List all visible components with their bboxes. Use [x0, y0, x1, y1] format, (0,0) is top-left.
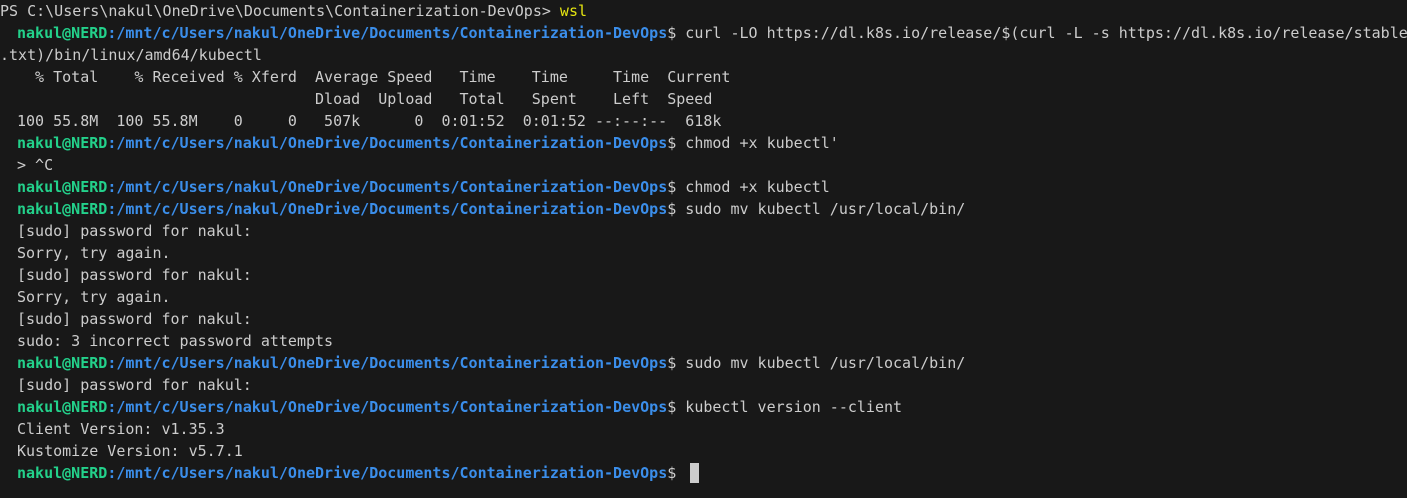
command-text: chmod +x kubectl — [685, 178, 830, 196]
prompt-path: :/mnt/c/Users/nakul/OneDrive/Documents/C… — [107, 134, 668, 152]
output-line: % Total % Received % Xferd Average Speed… — [17, 66, 1407, 88]
output-line: [sudo] password for nakul: — [17, 220, 1407, 242]
curl-progress: 100 55.8M 100 55.8M 0 0 507k 0 0:01:52 0… — [17, 112, 722, 130]
command-text: curl -LO https://dl.k8s.io/release/$(cur… — [685, 24, 1407, 42]
user-host: nakul@NERD — [17, 464, 108, 482]
prompt-path: :/mnt/c/Users/nakul/OneDrive/Documents/C… — [107, 24, 668, 42]
user-host: nakul@NERD — [17, 134, 108, 152]
continuation-prompt: > ^C — [17, 156, 54, 174]
prompt-line-current[interactable]: nakul@NERD:/mnt/c/Users/nakul/OneDrive/D… — [17, 462, 1407, 484]
powershell-command: wsl — [559, 2, 588, 20]
prompt-line-chmod-quote: nakul@NERD:/mnt/c/Users/nakul/OneDrive/D… — [17, 132, 1407, 154]
powershell-prompt: PS C:\Users\nakul\OneDrive\Documents\Con… — [0, 2, 560, 20]
command-wrap-text: .txt)/bin/linux/amd64/kubectl — [0, 46, 262, 64]
sudo-sorry-message: Sorry, try again. — [17, 244, 171, 262]
user-host: nakul@NERD — [17, 354, 108, 372]
vertical-scrollbar[interactable] — [1393, 0, 1407, 498]
user-host: nakul@NERD — [17, 24, 108, 42]
sudo-password-prompt: [sudo] password for nakul: — [17, 222, 252, 240]
output-line: .txt)/bin/linux/amd64/kubectl — [0, 44, 1407, 66]
output-line: Sorry, try again. — [17, 242, 1407, 264]
prompt-suffix: $ — [667, 200, 686, 218]
output-line: [sudo] password for nakul: — [17, 308, 1407, 330]
prompt-path: :/mnt/c/Users/nakul/OneDrive/Documents/C… — [107, 178, 668, 196]
prompt-suffix: $ — [667, 464, 686, 482]
prompt-line-curl: nakul@NERD:/mnt/c/Users/nakul/OneDrive/D… — [17, 22, 1407, 44]
user-host: nakul@NERD — [17, 200, 108, 218]
command-text: sudo mv kubectl /usr/local/bin/ — [685, 200, 966, 218]
kustomize-version: Kustomize Version: v5.7.1 — [17, 442, 243, 460]
powershell-prompt-line: PS C:\Users\nakul\OneDrive\Documents\Con… — [0, 0, 1407, 22]
output-line: > ^C — [17, 154, 1407, 176]
output-line: Sorry, try again. — [17, 286, 1407, 308]
output-line: [sudo] password for nakul: — [17, 374, 1407, 396]
sudo-sorry-message: Sorry, try again. — [17, 288, 171, 306]
prompt-line-chmod: nakul@NERD:/mnt/c/Users/nakul/OneDrive/D… — [17, 176, 1407, 198]
prompt-path: :/mnt/c/Users/nakul/OneDrive/Documents/C… — [107, 398, 668, 416]
prompt-path: :/mnt/c/Users/nakul/OneDrive/Documents/C… — [107, 464, 668, 482]
sudo-password-prompt: [sudo] password for nakul: — [17, 266, 252, 284]
prompt-suffix: $ — [667, 24, 686, 42]
prompt-suffix: $ — [667, 354, 686, 372]
prompt-line-mv-1: nakul@NERD:/mnt/c/Users/nakul/OneDrive/D… — [17, 198, 1407, 220]
client-version: Client Version: v1.35.3 — [17, 420, 225, 438]
user-host: nakul@NERD — [17, 398, 108, 416]
prompt-suffix: $ — [667, 178, 686, 196]
user-host: nakul@NERD — [17, 178, 108, 196]
sudo-password-prompt: [sudo] password for nakul: — [17, 376, 252, 394]
command-text: kubectl version --client — [685, 398, 903, 416]
output-line: 100 55.8M 100 55.8M 0 0 507k 0 0:01:52 0… — [17, 110, 1407, 132]
output-line: Kustomize Version: v5.7.1 — [17, 440, 1407, 462]
terminal-window[interactable]: PS C:\Users\nakul\OneDrive\Documents\Con… — [0, 0, 1407, 498]
output-line: Dload Upload Total Spent Left Speed — [17, 88, 1407, 110]
prompt-suffix: $ — [667, 398, 686, 416]
prompt-line-version: nakul@NERD:/mnt/c/Users/nakul/OneDrive/D… — [17, 396, 1407, 418]
sudo-password-prompt: [sudo] password for nakul: — [17, 310, 252, 328]
text-cursor — [690, 463, 700, 483]
prompt-line-mv-2: nakul@NERD:/mnt/c/Users/nakul/OneDrive/D… — [17, 352, 1407, 374]
prompt-suffix: $ — [667, 134, 686, 152]
curl-header-1: % Total % Received % Xferd Average Speed… — [17, 68, 731, 86]
prompt-path: :/mnt/c/Users/nakul/OneDrive/Documents/C… — [107, 200, 668, 218]
command-text: chmod +x kubectl' — [685, 134, 839, 152]
sudo-fail-message: sudo: 3 incorrect password attempts — [17, 332, 334, 350]
command-text: sudo mv kubectl /usr/local/bin/ — [685, 354, 966, 372]
output-line: sudo: 3 incorrect password attempts — [17, 330, 1407, 352]
prompt-path: :/mnt/c/Users/nakul/OneDrive/Documents/C… — [107, 354, 668, 372]
curl-header-2: Dload Upload Total Spent Left Speed — [17, 90, 713, 108]
output-line: Client Version: v1.35.3 — [17, 418, 1407, 440]
output-line: [sudo] password for nakul: — [17, 264, 1407, 286]
